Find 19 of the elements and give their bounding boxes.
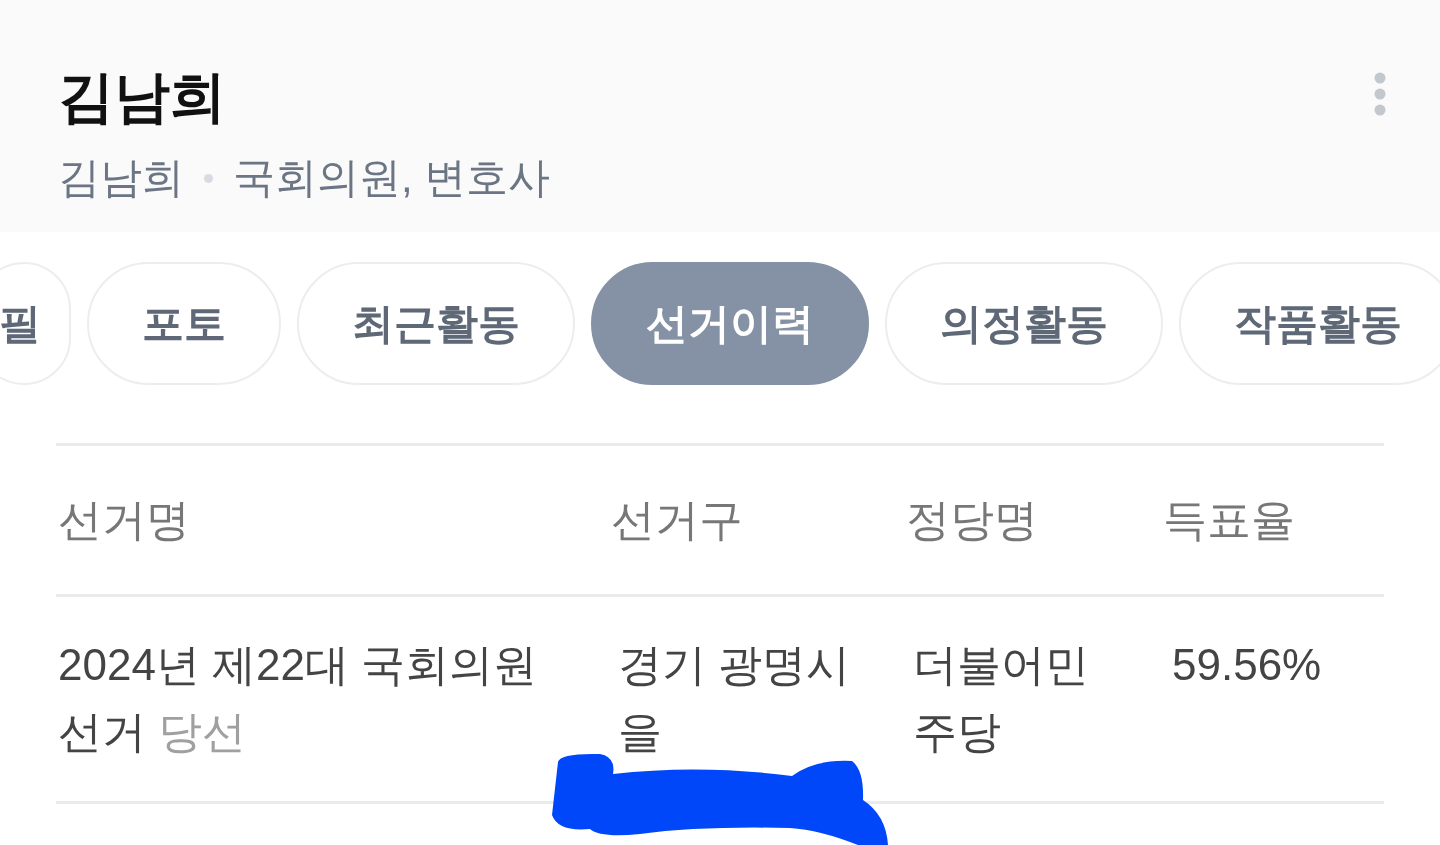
- column-header: 정당명: [906, 495, 1038, 544]
- tab[interactable]: 포토: [87, 262, 281, 385]
- table-cell-text: 더불어민주당: [913, 639, 1090, 758]
- tab[interactable]: 최근활동: [297, 262, 575, 385]
- separator-dot-icon: [204, 173, 213, 183]
- tab[interactable]: 작품활동: [1179, 262, 1440, 385]
- more-options-icon[interactable]: [1374, 72, 1386, 116]
- tab[interactable]: 필: [0, 262, 71, 385]
- column-header: 선거명: [58, 495, 190, 544]
- column-header: 선거구: [611, 495, 743, 544]
- profile-name-title: 김남희: [58, 64, 226, 130]
- column-header: 득표율: [1163, 495, 1295, 544]
- table-cell-text: 경기 광명시 을: [618, 639, 852, 758]
- profile-name: 김남희: [58, 153, 184, 203]
- table-cell-text: 59.56%: [1172, 639, 1323, 691]
- table-cell-text: 2024년 제22대 국회의원 선거 당선: [58, 639, 539, 758]
- tab[interactable]: 선거이력: [591, 262, 869, 385]
- tab[interactable]: 의정활동: [885, 262, 1163, 385]
- profile-occupation: 국회의원, 변호사: [233, 153, 551, 203]
